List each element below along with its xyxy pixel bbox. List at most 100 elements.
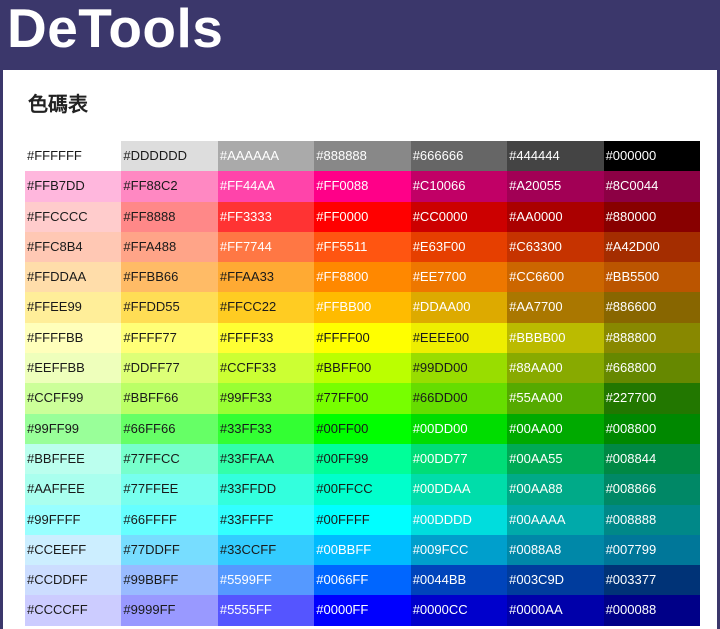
color-swatch: #00FFCC — [314, 474, 411, 505]
color-swatch: #CCFF99 — [25, 383, 122, 414]
hex-code-label: #AAAAAA — [219, 148, 280, 163]
color-swatch: #FF0000 — [314, 201, 411, 232]
hex-code-label: #FFFFBB — [27, 329, 84, 345]
color-row: #FFCCCC #FF8888 #FF3333 #FF0000 #CC0000 #AA00… — [25, 201, 700, 232]
color-swatch: #00DD00 — [410, 413, 508, 444]
color-code-table: #FFFFFF #DDDDDD #AAAAAA #888888 #666666 #4444… — [25, 141, 700, 626]
hex-code-label: #EE7700 — [412, 269, 467, 285]
hex-code-label: #0044BB — [412, 572, 467, 588]
hex-code-label: #000088 — [605, 602, 657, 618]
color-swatch: #00AA88 — [507, 474, 604, 505]
hex-code-label: #FFA488 — [123, 238, 177, 254]
color-swatch: #FFBB66 — [121, 262, 218, 293]
hex-code-label: #00BBFF — [316, 541, 372, 557]
color-swatch: #009FCC — [410, 534, 508, 566]
color-swatch: #99DD00 — [410, 353, 508, 384]
hex-code-label: #AAFFEE — [27, 481, 85, 497]
color-swatch: #CCEEFF — [25, 534, 122, 566]
color-swatch: #88AA00 — [507, 353, 604, 384]
hex-code-label: #DDDDDD — [123, 148, 187, 163]
hex-code-label: #FF8888 — [123, 208, 176, 224]
color-swatch: #886600 — [603, 292, 700, 323]
color-swatch: #CCCCFF — [25, 595, 122, 626]
hex-code-label: #0066FF — [316, 572, 369, 588]
hex-code-label: #FFFF00 — [316, 329, 370, 345]
color-swatch: #0000FF — [314, 595, 411, 626]
hex-code-label: #003377 — [605, 572, 657, 588]
color-swatch: #00AAAA — [507, 504, 604, 535]
color-swatch: #FFB7DD — [25, 171, 122, 202]
color-swatch: #77FF00 — [314, 383, 411, 414]
hex-code-label: #00AAAA — [509, 511, 566, 527]
site-logo[interactable]: DeTools — [7, 1, 223, 56]
color-row: #BBFFEE #77FFCC #33FFAA #00FF99 #00DD77 #00AA… — [25, 443, 700, 475]
hex-code-label: #FF88C2 — [123, 178, 178, 194]
hex-code-label: #BB5500 — [605, 269, 660, 285]
hex-code-label: #00DDAA — [412, 481, 471, 497]
color-swatch: #EE7700 — [410, 262, 508, 293]
color-swatch: #CCFF33 — [217, 353, 315, 384]
color-swatch: #003C9D — [507, 565, 604, 596]
color-swatch: #8C0044 — [603, 171, 700, 202]
color-swatch: #C10066 — [410, 171, 508, 202]
hex-code-label: #FF8800 — [316, 269, 369, 285]
hex-code-label: #33FFDD — [219, 481, 277, 497]
color-swatch: #AAFFEE — [25, 474, 122, 505]
hex-code-label: #FFB7DD — [27, 178, 85, 194]
color-swatch: #99FF33 — [217, 383, 315, 414]
color-swatch: #AAAAAA — [217, 141, 315, 172]
hex-code-label: #55AA00 — [509, 390, 563, 406]
color-swatch: #99BBFF — [121, 565, 218, 596]
hex-code-label: #EEEE00 — [412, 329, 470, 345]
hex-code-label: #00DDDD — [412, 511, 472, 527]
color-swatch: #FFFF00 — [314, 322, 411, 354]
color-swatch: #00DDDD — [410, 504, 508, 535]
color-swatch: #00AA55 — [507, 443, 604, 475]
hex-code-label: #66FF66 — [123, 420, 176, 436]
hex-code-label: #A20055 — [509, 178, 562, 194]
color-swatch: #888800 — [603, 322, 700, 354]
color-swatch: #008844 — [603, 443, 700, 475]
hex-code-label: #886600 — [605, 299, 657, 315]
color-swatch: #00BBFF — [314, 534, 411, 566]
color-swatch: #CC0000 — [410, 201, 508, 232]
color-swatch: #FFC8B4 — [25, 231, 122, 263]
hex-code-label: #668800 — [605, 360, 657, 376]
hex-code-label: #CCDDFF — [27, 572, 88, 588]
hex-code-label: #FF0000 — [316, 208, 369, 224]
color-swatch: #BBFF66 — [121, 383, 218, 414]
color-swatch: #A42D00 — [603, 231, 700, 263]
color-swatch: #DDFF77 — [121, 353, 218, 384]
color-swatch: #A20055 — [507, 171, 604, 202]
color-swatch: #77FFCC — [121, 443, 218, 475]
hex-code-label: #CCEEFF — [27, 541, 87, 557]
color-swatch: #E63F00 — [410, 231, 508, 263]
hex-code-label: #99BBFF — [123, 572, 179, 588]
hex-code-label: #8C0044 — [605, 178, 659, 194]
color-swatch: #AA0000 — [507, 201, 604, 232]
color-swatch: #33FFDD — [217, 474, 315, 505]
hex-code-label: #5555FF — [219, 602, 272, 618]
color-swatch: #000000 — [603, 141, 700, 172]
hex-code-label: #99FFFF — [27, 511, 81, 527]
hex-code-label: #00DD00 — [412, 420, 468, 436]
hex-code-label: #FFAA33 — [219, 269, 275, 285]
hex-code-label: #C63300 — [509, 238, 562, 254]
color-swatch: #FFFF33 — [217, 322, 315, 354]
color-swatch: #00DD77 — [410, 443, 508, 475]
color-swatch: #FF8800 — [314, 262, 411, 293]
color-swatch: #66FFFF — [121, 504, 218, 535]
page-title: 色碼表 — [28, 92, 88, 116]
hex-code-label: #C10066 — [412, 178, 466, 194]
hex-code-label: #33CCFF — [219, 541, 277, 557]
hex-code-label: #FFC8B4 — [27, 238, 83, 254]
color-row: #FFC8B4 #FFA488 #FF7744 #FF5511 #E63F00 #C633… — [25, 231, 700, 263]
color-swatch: #CCDDFF — [25, 565, 122, 596]
hex-code-label: #66DD00 — [412, 390, 468, 406]
hex-code-label: #99FF99 — [27, 420, 80, 436]
color-swatch: #007799 — [603, 534, 700, 566]
color-swatch: #FF3333 — [217, 201, 315, 232]
color-swatch: #880000 — [603, 201, 700, 232]
color-swatch: #DDDDDD — [121, 141, 218, 172]
hex-code-label: #FF7744 — [219, 238, 272, 254]
